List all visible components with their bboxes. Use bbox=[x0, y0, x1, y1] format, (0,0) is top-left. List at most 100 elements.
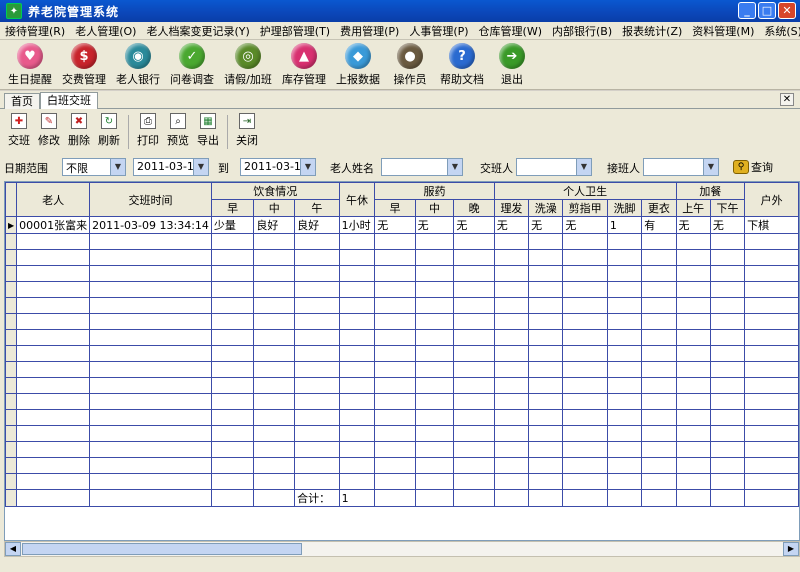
handover-grid[interactable]: 老人 交班时间 饮食情况 午休 服药 个人卫生 加餐 户外 早 中 午 早 中 … bbox=[4, 181, 800, 541]
table-cell[interactable] bbox=[709, 329, 746, 346]
table-cell[interactable] bbox=[374, 425, 416, 442]
table-cell[interactable] bbox=[709, 425, 746, 442]
table-cell[interactable] bbox=[414, 393, 455, 410]
column-header-diet-lunch[interactable]: 中 bbox=[253, 199, 296, 217]
table-cell[interactable] bbox=[606, 249, 643, 266]
table-cell[interactable] bbox=[253, 345, 296, 362]
table-cell[interactable] bbox=[709, 473, 746, 490]
table-cell[interactable] bbox=[253, 489, 296, 507]
table-cell[interactable] bbox=[493, 409, 530, 426]
table-cell[interactable] bbox=[493, 281, 530, 298]
table-cell[interactable] bbox=[374, 249, 416, 266]
table-cell[interactable] bbox=[606, 409, 643, 426]
table-cell[interactable] bbox=[453, 297, 495, 314]
table-cell[interactable] bbox=[294, 249, 340, 266]
table-cell[interactable] bbox=[562, 409, 608, 426]
table-cell[interactable] bbox=[493, 393, 530, 410]
table-cell[interactable] bbox=[562, 393, 608, 410]
table-cell[interactable]: 00001张富来 bbox=[16, 216, 91, 234]
table-cell[interactable] bbox=[16, 265, 91, 282]
table-row[interactable] bbox=[5, 441, 799, 458]
table-cell[interactable] bbox=[641, 313, 677, 330]
table-cell[interactable] bbox=[453, 361, 495, 378]
handover-person-select[interactable]: ▼ bbox=[516, 158, 592, 176]
table-cell[interactable] bbox=[641, 281, 677, 298]
table-cell[interactable] bbox=[338, 393, 376, 410]
minimize-button[interactable]: _ bbox=[738, 2, 756, 19]
table-cell[interactable] bbox=[210, 473, 255, 490]
row-indicator[interactable] bbox=[5, 265, 18, 282]
table-cell[interactable] bbox=[709, 441, 746, 458]
table-cell[interactable] bbox=[16, 425, 91, 442]
table-cell[interactable] bbox=[744, 473, 799, 490]
table-cell[interactable] bbox=[606, 297, 643, 314]
table-cell[interactable] bbox=[253, 377, 296, 394]
table-row[interactable] bbox=[5, 281, 799, 298]
table-cell[interactable]: 下棋 bbox=[744, 216, 799, 234]
table-row[interactable] bbox=[5, 393, 799, 410]
table-cell[interactable] bbox=[16, 441, 91, 458]
table-cell[interactable] bbox=[89, 441, 212, 458]
date-from-picker[interactable]: 2011-03-17 ▼ bbox=[133, 158, 209, 176]
menu-item-system[interactable]: 系统(S) bbox=[759, 23, 800, 39]
table-cell[interactable] bbox=[744, 393, 799, 410]
table-cell[interactable] bbox=[294, 441, 340, 458]
table-cell[interactable] bbox=[16, 361, 91, 378]
table-cell[interactable] bbox=[338, 329, 376, 346]
table-cell[interactable] bbox=[294, 393, 340, 410]
table-cell[interactable] bbox=[744, 313, 799, 330]
table-cell[interactable]: 1 bbox=[606, 216, 643, 234]
table-cell[interactable] bbox=[562, 489, 608, 507]
table-cell[interactable] bbox=[528, 377, 564, 394]
row-indicator[interactable] bbox=[5, 345, 18, 362]
table-cell[interactable] bbox=[641, 441, 677, 458]
table-cell[interactable] bbox=[709, 409, 746, 426]
row-indicator[interactable] bbox=[5, 425, 18, 442]
table-cell[interactable] bbox=[493, 425, 530, 442]
table-cell[interactable] bbox=[606, 377, 643, 394]
table-cell[interactable] bbox=[253, 441, 296, 458]
column-header-time[interactable]: 交班时间 bbox=[89, 182, 212, 217]
table-cell[interactable] bbox=[675, 409, 711, 426]
table-cell[interactable] bbox=[294, 329, 340, 346]
table-cell[interactable] bbox=[210, 329, 255, 346]
table-cell[interactable] bbox=[641, 393, 677, 410]
column-header-nap[interactable]: 午休 bbox=[338, 182, 376, 217]
table-cell[interactable] bbox=[744, 361, 799, 378]
table-cell[interactable]: 无 bbox=[562, 216, 608, 234]
table-cell[interactable] bbox=[709, 297, 746, 314]
table-cell[interactable] bbox=[562, 329, 608, 346]
table-cell[interactable] bbox=[562, 233, 608, 250]
menu-item-reception[interactable]: 接待管理(R) bbox=[0, 23, 70, 39]
table-cell[interactable] bbox=[744, 409, 799, 426]
column-header-nails[interactable]: 剪指甲 bbox=[562, 199, 608, 217]
table-cell[interactable] bbox=[414, 489, 455, 507]
close-tab-icon[interactable]: ✕ bbox=[780, 93, 794, 106]
table-cell[interactable] bbox=[338, 297, 376, 314]
table-cell[interactable]: 无 bbox=[675, 216, 711, 234]
leave-overtime-button[interactable]: ◎ 请假/加班 bbox=[220, 40, 276, 87]
table-cell[interactable] bbox=[493, 345, 530, 362]
table-cell[interactable] bbox=[294, 233, 340, 250]
table-cell[interactable] bbox=[675, 281, 711, 298]
table-cell[interactable] bbox=[294, 425, 340, 442]
table-cell[interactable] bbox=[89, 265, 212, 282]
table-cell[interactable] bbox=[744, 425, 799, 442]
table-cell[interactable]: 少量 bbox=[210, 216, 255, 234]
table-cell[interactable] bbox=[493, 233, 530, 250]
table-cell[interactable] bbox=[493, 441, 530, 458]
table-cell[interactable]: 无 bbox=[374, 216, 416, 234]
table-cell[interactable] bbox=[253, 473, 296, 490]
elder-bank-button[interactable]: ◉ 老人银行 bbox=[112, 40, 164, 87]
row-indicator[interactable] bbox=[5, 313, 18, 330]
table-cell[interactable] bbox=[414, 457, 455, 474]
table-cell[interactable] bbox=[675, 489, 711, 507]
table-cell[interactable] bbox=[374, 457, 416, 474]
table-cell[interactable] bbox=[606, 457, 643, 474]
table-cell[interactable] bbox=[338, 425, 376, 442]
table-cell[interactable] bbox=[528, 457, 564, 474]
table-cell[interactable] bbox=[294, 281, 340, 298]
table-cell[interactable] bbox=[606, 393, 643, 410]
table-cell[interactable] bbox=[641, 489, 677, 507]
table-cell[interactable] bbox=[493, 297, 530, 314]
